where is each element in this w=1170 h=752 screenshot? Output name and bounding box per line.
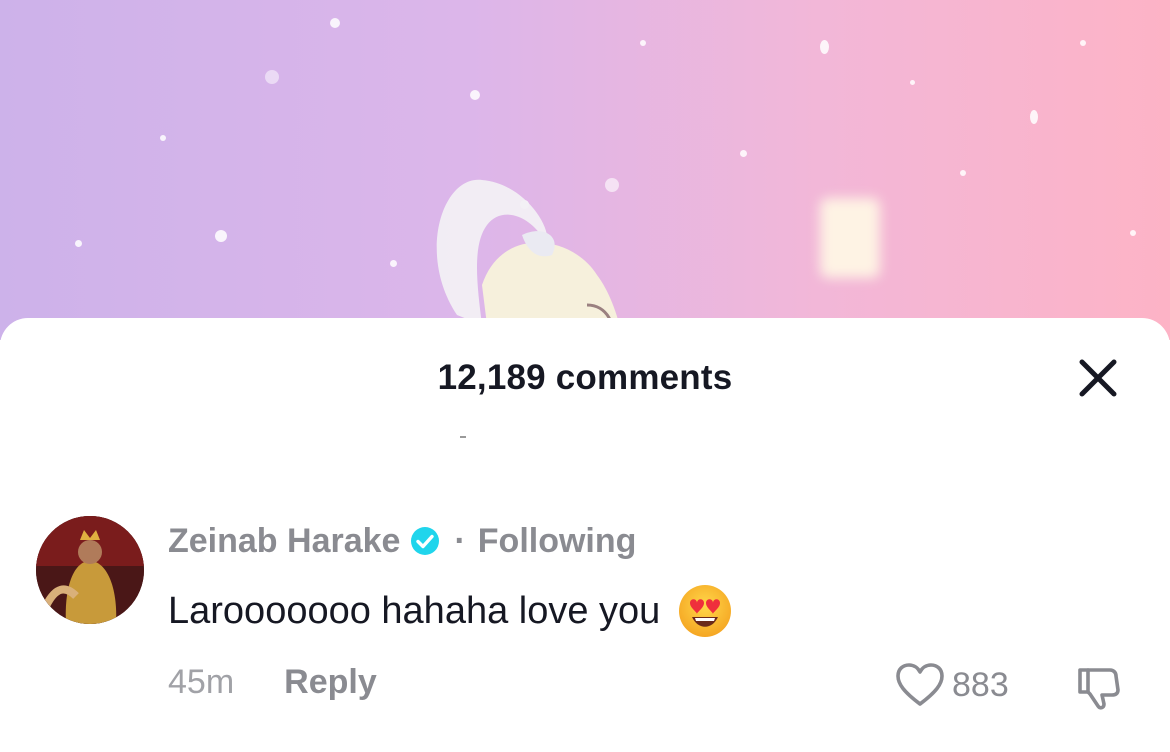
- separator-dot: ·: [454, 521, 466, 560]
- comment-username[interactable]: Zeinab Harake: [168, 522, 400, 561]
- close-icon[interactable]: [1076, 356, 1120, 400]
- comment-body: Larooooooo hahaha love you: [168, 584, 732, 638]
- heart-eyes-emoji-icon: [679, 585, 732, 637]
- like-section: 883: [894, 662, 1009, 708]
- dislike-icon[interactable]: [1074, 664, 1122, 712]
- video-background: [0, 0, 1170, 340]
- divider-mark: [460, 436, 466, 438]
- comment-text: Larooooooo hahaha love you: [168, 589, 661, 632]
- comment-meta-row: 45m Reply: [168, 663, 377, 702]
- reply-button[interactable]: Reply: [284, 663, 377, 702]
- comment-timestamp: 45m: [168, 663, 235, 701]
- comment-author-row: Zeinab Harake · Following: [168, 518, 636, 564]
- following-label: Following: [477, 521, 637, 560]
- verified-badge-icon: [411, 527, 440, 555]
- heart-icon[interactable]: [894, 662, 946, 708]
- performer-figure: [436, 179, 623, 340]
- avatar[interactable]: [36, 516, 144, 624]
- comments-sheet: 12,189 comments Zeinab Harake · Followin…: [0, 318, 1170, 752]
- like-count: 883: [952, 665, 1009, 704]
- comments-count-title: 12,189 comments: [437, 358, 733, 397]
